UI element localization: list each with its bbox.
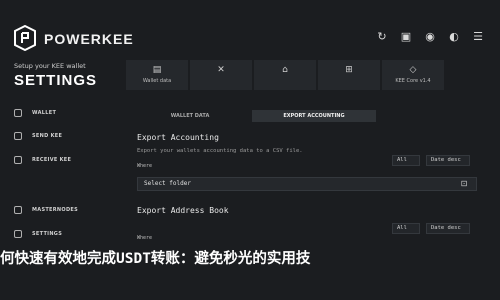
currency-icon: ⊞	[345, 65, 353, 75]
page-subtitle: Setup your KEE wallet	[14, 62, 86, 70]
send-icon	[14, 132, 22, 140]
sidebar-item-label: SEND KEE	[32, 133, 63, 139]
tools-icon: ✕	[217, 65, 225, 75]
where-label-2: Where	[137, 235, 153, 241]
brand-name: POWERKEE	[44, 31, 134, 47]
tab-wallet-data[interactable]: ▤ Wallet data	[126, 60, 188, 90]
tab-tools[interactable]: ✕	[190, 60, 252, 90]
sidebar-item-label: SETTINGS	[32, 231, 63, 237]
tab-network[interactable]: ⌂	[254, 60, 316, 90]
folder-icon[interactable]: ⊡	[459, 179, 469, 189]
select-folder-field[interactable]: Select folder	[137, 177, 477, 191]
sidebar-item-masternodes[interactable]: MASTERNODES	[14, 206, 78, 214]
contrast-icon[interactable]: ◐	[448, 30, 460, 43]
filter-all-select[interactable]: All	[392, 155, 420, 166]
export-address-title: Export Address Book	[137, 206, 229, 215]
masternodes-icon	[14, 206, 22, 214]
sort-date-select[interactable]: Date desc	[426, 155, 470, 166]
sidebar-item-receive[interactable]: RECEIVE KEE	[14, 156, 71, 164]
overlay-banner-text: 何快速有效地完成USDT转账：避免秒光的实用技	[0, 251, 311, 267]
tab-currency[interactable]: ⊞	[318, 60, 380, 90]
powerkee-logo-icon	[14, 25, 36, 51]
subtab-export-accounting[interactable]: EXPORT ACCOUNTING	[252, 110, 376, 122]
subtabs: WALLET DATA EXPORT ACCOUNTING	[128, 110, 500, 122]
core-icon: ◇	[409, 65, 417, 75]
sidebar-item-send[interactable]: SEND KEE	[14, 132, 62, 140]
sidebar-item-label: RECEIVE KEE	[32, 157, 72, 163]
menu-icon[interactable]: ☰	[472, 30, 484, 43]
page-title: SETTINGS	[14, 72, 98, 89]
sidebar-item-settings[interactable]: SETTINGS	[14, 230, 62, 238]
header-toolbar: ↻ ▣ ◉ ◐ ☰	[376, 30, 484, 43]
filter-all-select-2[interactable]: All	[392, 223, 420, 234]
receive-icon	[14, 156, 22, 164]
sidebar-item-label: MASTERNODES	[32, 207, 79, 213]
export-accounting-title: Export Accounting	[137, 133, 219, 142]
gift-icon[interactable]: ▣	[400, 30, 412, 43]
settings-icon	[14, 230, 22, 238]
wallet-icon	[14, 109, 22, 117]
network-icon: ⌂	[282, 65, 288, 75]
sort-date-select-2[interactable]: Date desc	[426, 223, 470, 234]
settings-tabs: ▤ Wallet data ✕ ⌂ ⊞ ◇ KEE Core v1.4	[126, 60, 500, 90]
wallet-data-icon: ▤	[152, 65, 162, 75]
tab-core[interactable]: ◇ KEE Core v1.4	[382, 60, 444, 90]
refresh-icon[interactable]: ↻	[376, 30, 388, 43]
subtab-wallet-data[interactable]: WALLET DATA	[128, 110, 252, 122]
where-label: Where	[137, 163, 153, 169]
sidebar-item-label: WALLET	[32, 110, 57, 116]
subtab-empty[interactable]	[376, 110, 500, 122]
export-accounting-desc: Export your wallets accounting data to a…	[137, 148, 303, 154]
palette-icon[interactable]: ◉	[424, 30, 436, 43]
sidebar-item-wallet[interactable]: WALLET	[14, 109, 56, 117]
